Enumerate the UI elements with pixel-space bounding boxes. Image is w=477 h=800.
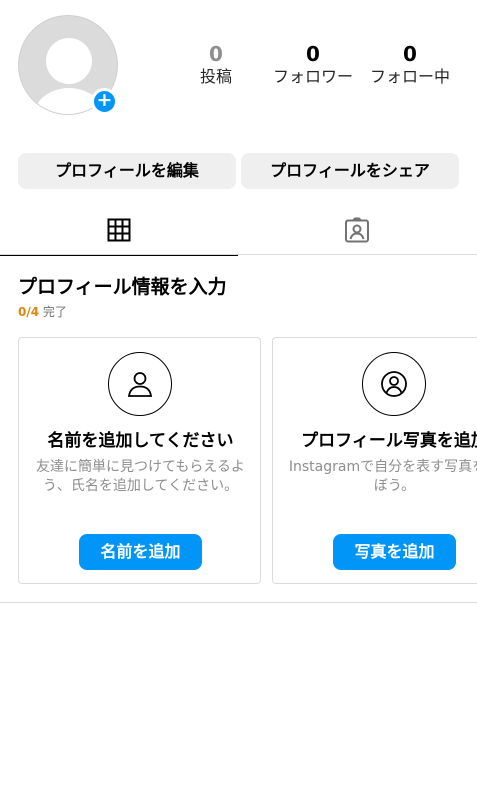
following-count: 0 [403,42,417,66]
grid-icon [107,218,131,242]
profile-avatar-wrapper[interactable]: + [18,15,118,115]
tab-posts-grid[interactable] [0,205,238,256]
avatar-head-shape [46,38,92,84]
card-title: 名前を追加してください [47,431,234,451]
card-description: Instagramで自分を表す写真を選ぼう。 [288,459,477,494]
stat-posts[interactable]: 0 投稿 [168,42,264,88]
posts-label: 投稿 [199,67,232,86]
posts-count: 0 [209,42,223,66]
edit-profile-button[interactable]: プロフィールを編集 [18,153,236,189]
card-title: プロフィール写真を追加 [301,431,477,451]
profile-tabs [0,205,477,256]
card-icon-circle [108,352,172,416]
tagged-icon [345,217,369,243]
section-divider [0,602,477,603]
add-name-button[interactable]: 名前を追加 [79,534,202,570]
person-icon [127,372,153,397]
progress-count: 0/4 [18,305,40,319]
following-label: フォロー中 [369,67,450,86]
add-photo-card: プロフィール写真を追加 Instagramで自分を表す写真を選ぼう。 写真を追加 [272,337,477,584]
suggestion-cards[interactable]: 名前を追加してください 友達に簡単に見つけてもらえるよう、氏名を追加してください… [18,337,477,584]
followers-label: フォロワー [272,67,353,86]
profile-stats: 0 投稿 0 フォロワー 0 フォロー中 [168,42,458,88]
stat-following[interactable]: 0 フォロー中 [362,42,458,88]
progress-label: 完了 [42,305,67,319]
card-icon-circle [362,352,426,416]
stat-followers[interactable]: 0 フォロワー [265,42,361,88]
add-name-card: 名前を追加してください 友達に簡単に見つけてもらえるよう、氏名を追加してください… [18,337,261,584]
tab-tagged[interactable] [238,205,476,255]
share-profile-button[interactable]: プロフィールをシェア [241,153,459,189]
complete-profile-title: プロフィール情報を入力 [18,276,227,298]
card-description: 友達に簡単に見つけてもらえるよう、氏名を追加してください。 [36,459,245,494]
add-photo-card-button[interactable]: 写真を追加 [333,534,456,570]
followers-count: 0 [306,42,320,66]
profile-photo-icon [381,371,407,397]
completion-progress: 0/4 完了 [18,304,67,320]
profile-action-row: プロフィールを編集 プロフィールをシェア [18,153,459,189]
add-photo-button[interactable]: + [91,88,118,115]
